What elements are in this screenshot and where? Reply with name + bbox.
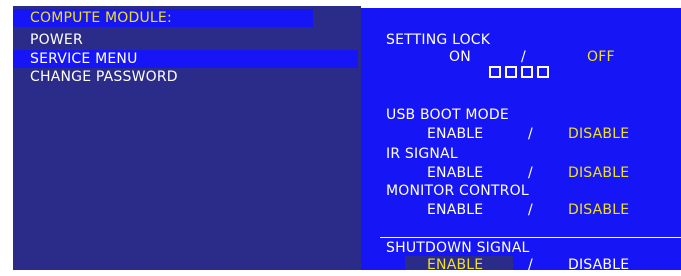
usb-boot-mode-separator: / <box>528 126 533 142</box>
password-digit-box[interactable] <box>505 66 517 78</box>
setting-lock-on-option[interactable]: ON <box>449 48 471 66</box>
ir-signal-label: IR SIGNAL <box>386 146 458 162</box>
menu-item-change-password[interactable]: CHANGE PASSWORD <box>13 68 358 86</box>
password-digit-boxes[interactable] <box>489 66 549 78</box>
password-digit-box[interactable] <box>521 66 533 78</box>
menu-item-service-menu[interactable]: SERVICE MENU <box>13 50 358 68</box>
setting-lock-label: SETTING LOCK <box>386 32 491 48</box>
setting-lock-separator: / <box>521 49 526 65</box>
menu-item-label: POWER <box>30 32 83 48</box>
usb-boot-mode-disable-option[interactable]: DISABLE <box>568 125 629 143</box>
top-divider <box>361 6 681 8</box>
osd-menu: COMPUTE MODULE: POWER SERVICE MENU CHANG… <box>0 0 681 276</box>
ir-signal-disable-option[interactable]: DISABLE <box>568 164 629 182</box>
menu-header-label: COMPUTE MODULE: <box>30 10 172 26</box>
password-digit-box[interactable] <box>489 66 501 78</box>
bottom-border <box>0 270 681 276</box>
shutdown-signal-label: SHUTDOWN SIGNAL <box>386 240 530 256</box>
monitor-control-label: MONITOR CONTROL <box>386 183 529 199</box>
setting-lock-off-option[interactable]: OFF <box>587 48 615 66</box>
password-digit-box[interactable] <box>537 66 549 78</box>
ir-signal-enable-option[interactable]: ENABLE <box>427 164 483 182</box>
usb-boot-mode-label: USB BOOT MODE <box>386 107 509 123</box>
ir-signal-separator: / <box>528 165 533 181</box>
monitor-control-separator: / <box>528 202 533 218</box>
monitor-control-enable-option[interactable]: ENABLE <box>427 201 483 219</box>
menu-header: COMPUTE MODULE: <box>13 9 313 27</box>
usb-boot-mode-enable-option[interactable]: ENABLE <box>427 125 483 143</box>
monitor-control-disable-option[interactable]: DISABLE <box>568 201 629 219</box>
menu-item-power[interactable]: POWER <box>13 31 358 49</box>
menu-item-label: SERVICE MENU <box>30 51 138 67</box>
menu-item-label: CHANGE PASSWORD <box>30 69 178 85</box>
